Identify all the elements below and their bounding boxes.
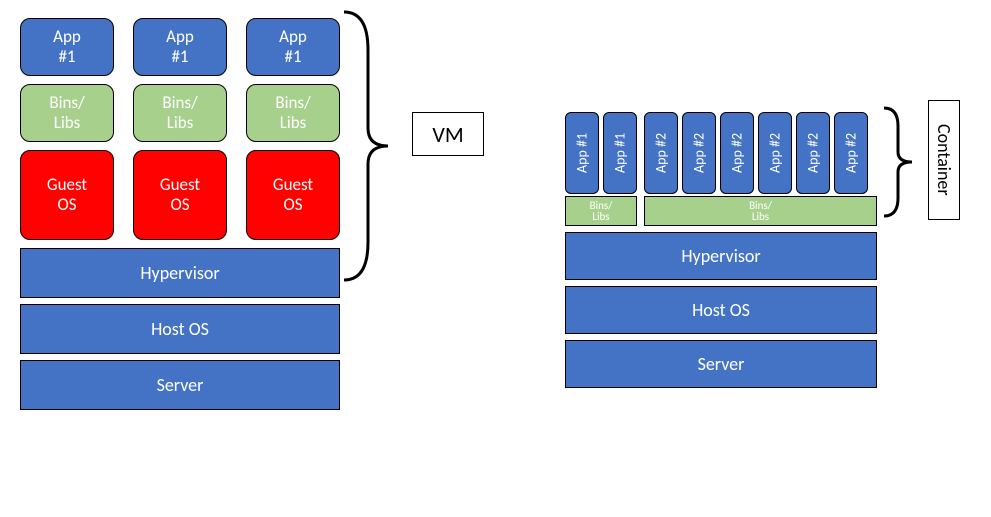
container-diagram: App #1 App #1 App #2 App #2 App #2 App #… <box>565 112 877 388</box>
container-hypervisor-block: Hypervisor <box>565 232 877 280</box>
vm-host-os-block: Host OS <box>20 304 340 354</box>
container-bins-libs-block: Bins/ Libs <box>644 196 877 226</box>
vm-diagram: App #1 Bins/ Libs Guest OS App #1 Bins/ … <box>20 18 340 410</box>
container-label: Container <box>928 100 960 220</box>
vm-app-block: App #1 <box>246 18 340 76</box>
vm-bins-libs-block: Bins/ Libs <box>133 84 227 142</box>
curly-brace-icon <box>882 106 914 218</box>
vm-column: App #1 Bins/ Libs Guest OS <box>20 18 114 240</box>
vm-column: App #1 Bins/ Libs Guest OS <box>246 18 340 240</box>
vm-hypervisor-block: Hypervisor <box>20 248 340 298</box>
vm-base-layers: Hypervisor Host OS Server <box>20 248 340 410</box>
container-app-group: App #2 App #2 App #2 App #2 App #2 App #… <box>644 112 868 194</box>
container-app-group: App #1 App #1 <box>565 112 637 194</box>
container-bins-libs-block: Bins/ Libs <box>565 196 637 226</box>
vm-bins-libs-block: Bins/ Libs <box>20 84 114 142</box>
container-apps-row: App #1 App #1 App #2 App #2 App #2 App #… <box>565 112 877 194</box>
container-host-os-block: Host OS <box>565 286 877 334</box>
vm-app-block: App #1 <box>20 18 114 76</box>
container-app-block: App #1 <box>603 112 637 194</box>
vm-bins-libs-block: Bins/ Libs <box>246 84 340 142</box>
vm-guest-os-block: Guest OS <box>20 150 114 240</box>
container-server-block: Server <box>565 340 877 388</box>
container-app-block: App #2 <box>834 112 868 194</box>
container-app-block: App #2 <box>758 112 792 194</box>
curly-brace-icon <box>342 10 390 282</box>
vm-guest-os-block: Guest OS <box>133 150 227 240</box>
vm-label: VM <box>412 112 484 156</box>
container-label-text: Container <box>933 124 955 196</box>
vm-column: App #1 Bins/ Libs Guest OS <box>133 18 227 240</box>
container-bins-row: Bins/ Libs Bins/ Libs <box>565 196 877 226</box>
vm-app-block: App #1 <box>133 18 227 76</box>
vm-server-block: Server <box>20 360 340 410</box>
container-app-block: App #2 <box>796 112 830 194</box>
container-base-layers: Hypervisor Host OS Server <box>565 232 877 388</box>
container-app-block: App #1 <box>565 112 599 194</box>
vm-columns: App #1 Bins/ Libs Guest OS App #1 Bins/ … <box>20 18 340 240</box>
container-app-block: App #2 <box>682 112 716 194</box>
container-app-block: App #2 <box>644 112 678 194</box>
container-app-block: App #2 <box>720 112 754 194</box>
vm-guest-os-block: Guest OS <box>246 150 340 240</box>
